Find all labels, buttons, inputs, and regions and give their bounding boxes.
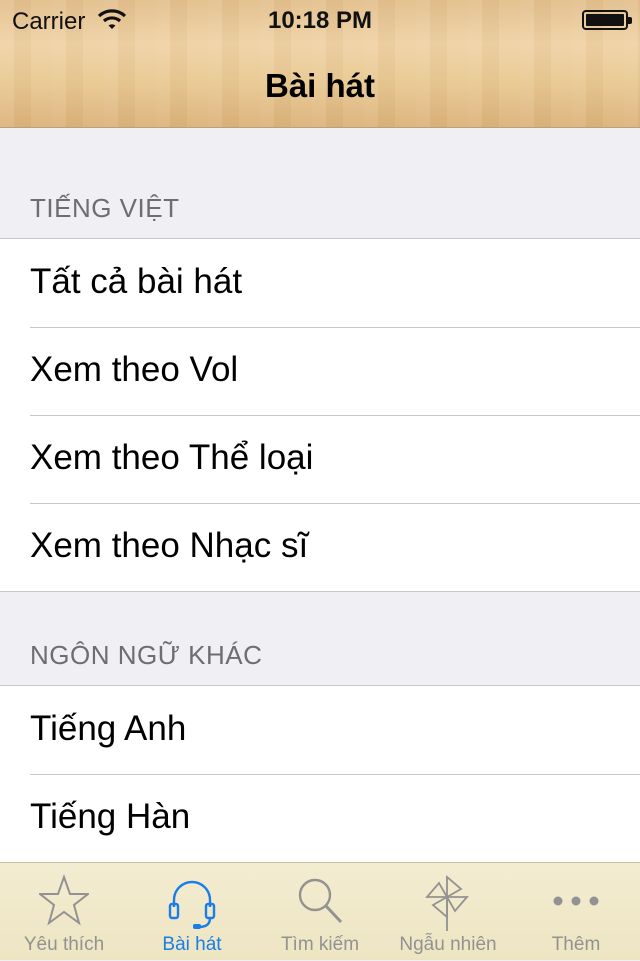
list-item-label: Tiếng Anh [30,709,187,748]
tab-label: Thêm [551,934,601,955]
tab-favorites[interactable]: Yêu thích [0,863,128,961]
tab-random[interactable]: Ngẫu nhiên [384,863,512,961]
list-item-by-vol[interactable]: Xem theo Vol [0,327,640,415]
list-item-label: Xem theo Vol [30,350,239,389]
tab-more[interactable]: Thêm [512,863,640,961]
tab-label: Yêu thích [23,934,105,955]
tab-bar: Yêu thích Bài hát Tìm kiếm Ngẫu nhiên Th… [0,862,640,960]
headphones-icon [168,880,216,929]
list-item-label: Xem theo Thể loại [30,438,314,477]
other-language-list: Tiếng Anh Tiếng Hàn [0,685,640,863]
list-item-english[interactable]: Tiếng Anh [0,686,640,774]
search-icon [298,878,343,924]
tab-songs[interactable]: Bài hát [128,863,256,961]
list-item-by-genre[interactable]: Xem theo Thể loại [0,415,640,503]
clock: 10:18 PM [267,7,373,34]
navigation-bar: Carrier 10:18 PM Bài hát [0,0,640,128]
list-item-by-composer[interactable]: Xem theo Nhạc sĩ [0,503,640,591]
tab-label: Tìm kiếm [280,934,360,955]
section-header-vietnamese: TIẾNG VIỆT [30,193,180,223]
battery-icon [582,10,632,30]
pinwheel-icon [425,875,469,931]
tab-label: Bài hát [162,934,222,955]
section-header-other-languages: NGÔN NGỮ KHÁC [30,640,263,670]
list-item-korean[interactable]: Tiếng Hàn [0,774,640,862]
list-item-all-songs[interactable]: Tất cả bài hát [0,239,640,327]
list-item-label: Tiếng Hàn [30,797,191,836]
tab-search[interactable]: Tìm kiếm [256,863,384,961]
star-icon [39,873,89,926]
status-bar: Carrier 10:18 PM [0,0,640,40]
list-item-label: Xem theo Nhạc sĩ [30,526,309,565]
tab-label: Ngẫu nhiên [399,934,497,955]
list-item-label: Tất cả bài hát [30,262,243,301]
vietnamese-song-list: Tất cả bài hát Xem theo Vol Xem theo Thể… [0,238,640,592]
more-icon [553,896,599,906]
page-title: Bài hát [264,67,376,104]
